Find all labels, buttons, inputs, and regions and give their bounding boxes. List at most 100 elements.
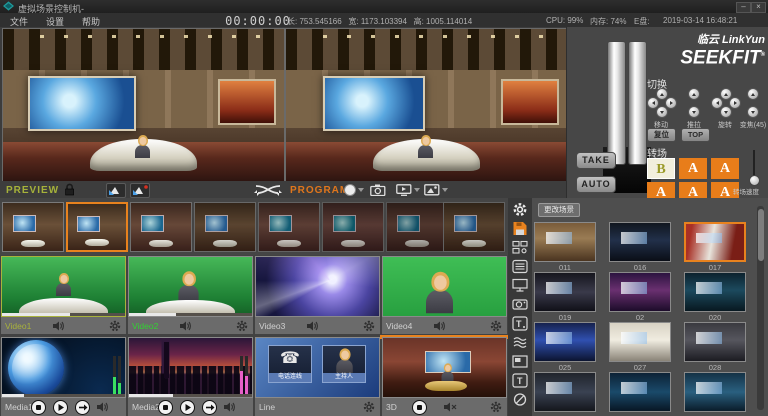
gallery-scene[interactable]	[534, 372, 596, 413]
disable-icon[interactable]	[512, 392, 528, 407]
gallery-scene-selected[interactable]: 017	[684, 222, 746, 272]
gallery-scene[interactable]: 025	[534, 322, 596, 372]
rotate-left-button[interactable]	[711, 97, 723, 109]
multi-window-icon[interactable]	[512, 240, 528, 255]
subtitle-text-icon[interactable]: T	[512, 316, 528, 331]
projector-icon[interactable]	[512, 297, 528, 312]
record-dropdown-caret[interactable]	[358, 188, 364, 195]
monitor-icon[interactable]	[512, 278, 528, 293]
gallery-scene[interactable]: 011	[534, 222, 596, 272]
top-button[interactable]: TOP	[681, 128, 710, 142]
strip-scene-3[interactable]	[130, 202, 192, 252]
next-button[interactable]	[75, 400, 90, 415]
anchor-person	[426, 290, 453, 313]
video3-name: Video3	[259, 321, 285, 331]
strip-scene-7[interactable]	[386, 202, 448, 252]
anchor-person	[418, 145, 433, 158]
strip-scene-4[interactable]	[194, 202, 256, 252]
transition-effect-2-button[interactable]	[130, 183, 150, 198]
gallery-scene[interactable]: 02	[609, 272, 671, 322]
video1-name: Video1	[5, 321, 31, 331]
move-down-button[interactable]	[656, 106, 668, 118]
stop-button[interactable]	[158, 400, 173, 415]
speaker-icon[interactable]	[180, 321, 192, 331]
gear-icon[interactable]	[363, 320, 375, 332]
reset-button[interactable]: 复位	[647, 128, 676, 142]
playlist-icon[interactable]	[512, 259, 528, 274]
gear-icon[interactable]	[490, 320, 502, 332]
host-source[interactable]: 主持人	[322, 345, 366, 383]
svg-text:T: T	[517, 376, 523, 386]
speaker-icon[interactable]	[434, 321, 446, 331]
gallery-scene[interactable]: 019	[534, 272, 596, 322]
change-scene-tab[interactable]: 更改场景	[538, 203, 580, 217]
datetime: 2019-03-14 16:48:21	[663, 16, 737, 25]
dolly-forward-button[interactable]	[688, 88, 700, 100]
rotate-right-button[interactable]	[729, 97, 741, 109]
speaker-icon[interactable]	[53, 321, 65, 331]
gallery-scrollbar-thumb[interactable]	[758, 209, 764, 261]
speaker-muted-icon[interactable]	[444, 402, 458, 412]
gear-icon[interactable]	[109, 320, 121, 332]
gear-icon[interactable]	[236, 320, 248, 332]
frame-flag-icon[interactable]	[512, 354, 528, 369]
take-button[interactable]: TAKE	[576, 152, 616, 169]
svg-text:T: T	[516, 319, 522, 329]
image-dropdown-caret[interactable]	[442, 188, 448, 195]
stop-button[interactable]	[412, 400, 427, 415]
gallery-scene[interactable]: 027	[609, 322, 671, 372]
tbar-fader-left[interactable]	[607, 41, 626, 165]
move-right-button[interactable]	[665, 97, 677, 109]
layers-waves-icon[interactable]	[512, 335, 528, 350]
minimize-button[interactable]: –	[736, 2, 751, 13]
gear-icon[interactable]	[363, 401, 375, 413]
play-button[interactable]	[180, 400, 195, 415]
transition-speed-slider-knob[interactable]	[749, 175, 760, 186]
stop-button[interactable]	[31, 400, 46, 415]
transition-effect-1-button[interactable]	[106, 183, 126, 198]
record-icon[interactable]	[344, 184, 356, 196]
gallery-scene[interactable]: 020	[684, 272, 746, 322]
move-left-button[interactable]	[647, 97, 659, 109]
strip-scene-1[interactable]	[2, 202, 64, 252]
save-icon[interactable]	[512, 221, 528, 236]
transition-tile-a2[interactable]: A	[711, 158, 739, 179]
gallery-scrollbar[interactable]	[757, 206, 764, 410]
dolly-back-button[interactable]	[688, 106, 700, 118]
transition-tile-b[interactable]: B	[647, 158, 675, 179]
gear-icon[interactable]	[490, 401, 502, 413]
speaker-icon[interactable]	[224, 402, 236, 412]
swap-pvw-pgm-icon[interactable]	[254, 183, 282, 196]
zoom-out-button[interactable]	[747, 106, 759, 118]
speaker-icon[interactable]	[97, 402, 109, 412]
preview-monitor[interactable]	[2, 28, 285, 183]
stream-output-icon[interactable]	[396, 184, 412, 196]
gallery-scene[interactable]	[609, 372, 671, 413]
next-button[interactable]	[202, 400, 217, 415]
brand-cn: 临云	[697, 34, 719, 46]
image-overlay-icon[interactable]	[424, 184, 440, 196]
strip-scene-2-selected[interactable]	[66, 202, 128, 252]
gallery-scene[interactable]: 016	[609, 222, 671, 272]
title-text-icon[interactable]: T	[512, 373, 528, 388]
lock-icon[interactable]	[64, 183, 75, 196]
snapshot-camera-icon[interactable]	[370, 184, 386, 196]
program-monitor[interactable]	[285, 28, 568, 183]
strip-scene-8[interactable]	[443, 202, 505, 252]
strip-scene-5[interactable]	[258, 202, 320, 252]
speaker-icon[interactable]	[307, 321, 319, 331]
settings-gear-icon[interactable]	[512, 202, 528, 217]
transition-tile-a1[interactable]: A	[679, 158, 707, 179]
host-person	[336, 359, 353, 373]
anchor-person	[441, 371, 453, 381]
rotate-down-button[interactable]	[720, 106, 732, 118]
play-button[interactable]	[53, 400, 68, 415]
close-button[interactable]: ×	[751, 2, 766, 13]
gallery-scene[interactable]	[684, 372, 746, 413]
stream-dropdown-caret[interactable]	[414, 188, 420, 195]
strip-scene-6[interactable]	[322, 202, 384, 252]
zoom-in-button[interactable]	[747, 88, 759, 100]
gallery-scene[interactable]: 028	[684, 322, 746, 372]
phone-line-source[interactable]: ☎ 电话连线	[268, 345, 312, 383]
auto-button[interactable]: AUTO	[576, 176, 616, 193]
